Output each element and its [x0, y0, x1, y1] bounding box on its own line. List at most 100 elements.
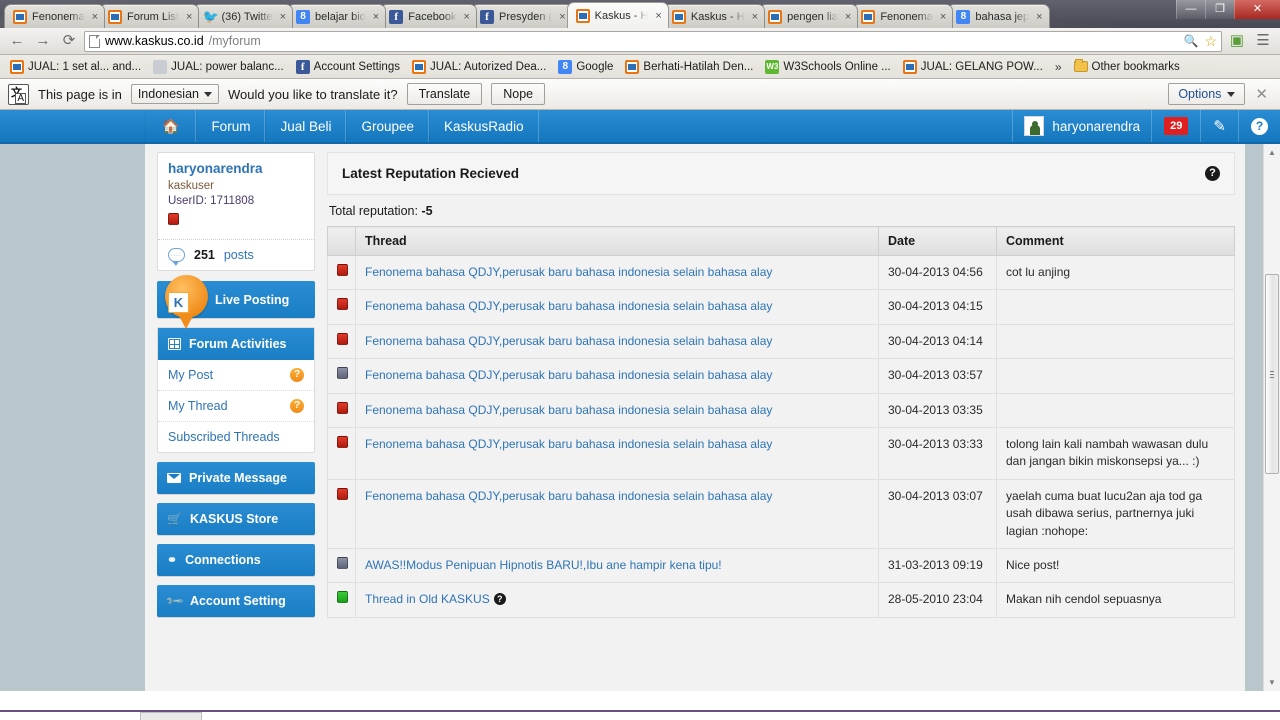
sidebar-button[interactable]: Private Message	[157, 462, 315, 494]
thread-link[interactable]: AWAS!!Modus Penipuan Hipnotis BARU!,Ibu …	[365, 558, 722, 572]
tab-close-icon[interactable]: ×	[843, 11, 853, 23]
language-select[interactable]: Indonesian	[130, 84, 219, 104]
thread-link[interactable]: Fenonema bahasa QDJY,perusak baru bahasa…	[365, 489, 772, 503]
taskbar-item[interactable]	[140, 712, 202, 720]
help-icon[interactable]: ?	[493, 593, 506, 606]
restore-button[interactable]: ❐	[1205, 0, 1234, 19]
bookmark-item[interactable]: JUAL: GELANG POW...	[897, 58, 1049, 76]
thread-link[interactable]: Fenonema bahasa QDJY,perusak baru bahasa…	[365, 368, 772, 382]
thread-link[interactable]: Fenonema bahasa QDJY,perusak baru bahasa…	[365, 334, 772, 348]
scrollbar-thumb[interactable]	[1265, 274, 1279, 474]
sidebar-button[interactable]: 🛒 KASKUS Store	[157, 503, 315, 535]
nav-item[interactable]: Groupee	[346, 110, 430, 142]
forum-activity-item[interactable]: Subscribed Threads	[158, 421, 314, 452]
notifications-button[interactable]: 29	[1151, 110, 1200, 142]
tab-close-icon[interactable]: ×	[938, 11, 948, 23]
nav-item[interactable]: KaskusRadio	[429, 110, 539, 142]
page-info-icon[interactable]	[89, 34, 100, 48]
translate-button[interactable]: Translate	[406, 83, 483, 105]
back-icon[interactable]: ←	[6, 31, 28, 51]
bookmark-item[interactable]: JUAL: 1 set al... and...	[4, 58, 147, 76]
avatar	[1024, 116, 1045, 136]
tab-close-icon[interactable]: ×	[1034, 11, 1044, 23]
sidebar-button[interactable]: 🔧 Account Setting	[157, 585, 315, 617]
close-window-button[interactable]: ✕	[1234, 0, 1280, 19]
bookmark-item[interactable]: JUAL: power balanc...	[147, 58, 290, 76]
reload-icon[interactable]: ⟳	[58, 31, 80, 51]
question-mark-icon[interactable]: ?	[290, 399, 304, 413]
tab-close-icon[interactable]: ×	[371, 11, 381, 23]
tab-close-icon[interactable]: ×	[184, 11, 194, 23]
browser-tab[interactable]: Kaskus - H ×	[662, 4, 766, 28]
row-thread-cell: Thread in Old KASKUS?	[355, 582, 879, 618]
extension-icon[interactable]: ▣	[1226, 31, 1248, 51]
facebook-icon: f	[295, 59, 310, 74]
bookmark-item[interactable]: Berhati-Hatilah Den...	[619, 58, 759, 76]
row-reputation-cell	[327, 289, 356, 325]
bookmark-item[interactable]: W3 W3Schools Online ...	[759, 58, 896, 76]
browser-tab[interactable]: 8 belajar bio ×	[287, 4, 387, 28]
browser-tab[interactable]: f Facebook ×	[380, 4, 477, 28]
thread-link[interactable]: Fenonema bahasa QDJY,perusak baru bahasa…	[365, 403, 772, 417]
forward-icon[interactable]: →	[32, 31, 54, 51]
browser-tab[interactable]: Kaskus - H ×	[566, 2, 669, 28]
row-reputation-cell	[327, 392, 356, 428]
tab-close-icon[interactable]: ×	[278, 11, 288, 23]
browser-tab[interactable]: Fenonema ×	[4, 4, 106, 28]
close-infobar-icon[interactable]: ✕	[1255, 85, 1272, 103]
sidebar: haryonarendra kaskuser UserID: 1711808 .…	[145, 144, 323, 691]
minimize-button[interactable]: —	[1176, 0, 1205, 19]
question-mark-icon[interactable]: ?	[290, 368, 304, 382]
bookmark-label: Account Settings	[313, 60, 400, 73]
browser-tab[interactable]: pengen lia ×	[759, 4, 859, 28]
forum-activity-item[interactable]: My Thread?	[158, 390, 314, 421]
bookmark-star-icon[interactable]: ☆	[1204, 31, 1217, 51]
sidebar-button[interactable]: ⚭ Connections	[157, 544, 315, 576]
scroll-up-icon[interactable]: ▲	[1264, 144, 1280, 161]
google-icon: 8	[956, 9, 971, 24]
live-posting-button[interactable]: K Live Posting	[157, 275, 315, 329]
browser-tab[interactable]: Forum List ×	[99, 4, 200, 28]
bookmark-item[interactable]: JUAL: Autorized Dea...	[406, 58, 552, 76]
scroll-down-icon[interactable]: ▼	[1264, 674, 1280, 691]
page-scrollbar[interactable]: ▲ ▼	[1263, 144, 1280, 691]
browser-tab[interactable]: 8 bahasa jep ×	[947, 4, 1050, 28]
zoom-icon[interactable]: 🔍	[1183, 31, 1198, 51]
profile-username[interactable]: haryonarendra	[168, 161, 304, 176]
bookmark-label: Berhati-Hatilah Den...	[643, 60, 754, 73]
nav-home[interactable]: 🏠	[145, 110, 197, 142]
kaskus-icon	[861, 9, 876, 24]
browser-tab[interactable]: f Presyden (×	[470, 4, 573, 28]
row-thread-cell: Fenonema bahasa QDJY,perusak baru bahasa…	[355, 254, 879, 291]
row-comment-cell	[996, 392, 1235, 428]
nope-button[interactable]: Nope	[491, 83, 546, 105]
thread-link[interactable]: Fenonema bahasa QDJY,perusak baru bahasa…	[365, 265, 772, 279]
help-icon[interactable]: ?	[1205, 166, 1220, 181]
bookmarks-overflow-icon[interactable]: »	[1049, 60, 1068, 74]
other-bookmarks-folder[interactable]: Other bookmarks	[1068, 59, 1186, 75]
chrome-menu-icon[interactable]: ☰	[1252, 31, 1274, 51]
bookmark-item[interactable]: 8 Google	[552, 58, 619, 76]
nav-item[interactable]: Forum	[196, 110, 266, 142]
compose-button[interactable]: ✎	[1200, 110, 1238, 142]
url-domain: www.kaskus.co.id	[105, 34, 204, 48]
browser-tab[interactable]: Fenonema ×	[852, 4, 954, 28]
bookmark-item[interactable]: f Account Settings	[290, 58, 406, 76]
tab-close-icon[interactable]: ×	[90, 11, 100, 23]
browser-tab[interactable]: 🐦 (36) Twitte ×	[193, 4, 294, 28]
address-bar[interactable]: www.kaskus.co.id/myforum 🔍 ☆	[84, 30, 1222, 52]
thread-link[interactable]: Fenonema bahasa QDJY,perusak baru bahasa…	[365, 299, 772, 313]
tab-close-icon[interactable]: ×	[462, 11, 472, 23]
row-date-cell: 30-04-2013 03:33	[878, 426, 997, 480]
reputation-indicator-icon	[337, 401, 348, 414]
translate-options-button[interactable]: Options	[1168, 83, 1246, 105]
nav-item[interactable]: Jual Beli	[265, 110, 347, 142]
help-button[interactable]: ?	[1238, 110, 1280, 142]
user-menu[interactable]: haryonarendra	[1012, 110, 1151, 142]
tab-close-icon[interactable]: ×	[750, 11, 760, 23]
tab-close-icon[interactable]: ×	[653, 10, 663, 22]
comment-bubble-icon: ....	[168, 248, 185, 266]
forum-activity-item[interactable]: My Post?	[158, 360, 314, 390]
thread-link[interactable]: Thread in Old KASKUS	[365, 592, 490, 606]
thread-link[interactable]: Fenonema bahasa QDJY,perusak baru bahasa…	[365, 437, 772, 451]
